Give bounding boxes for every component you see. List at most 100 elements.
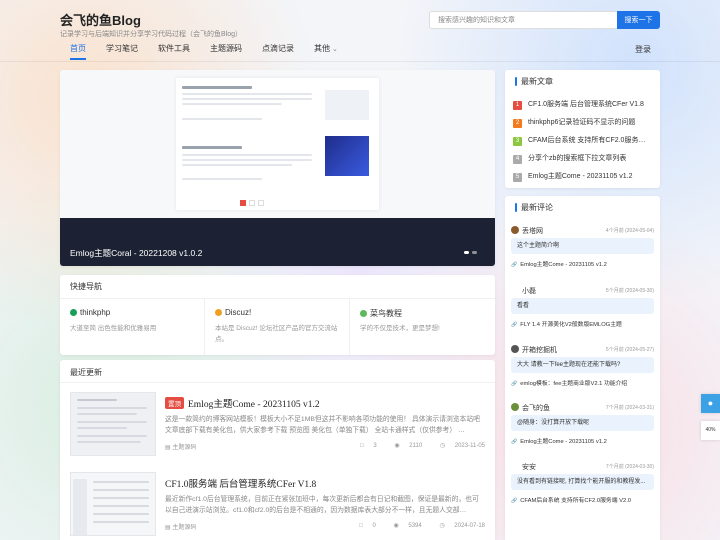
comment-time: 7个月前 (2024-03-31) (605, 405, 654, 411)
search-form: 搜索一下 (429, 11, 660, 29)
newest-article-label: CF1.0服务端 后台管理系统CFer V1.8 (528, 101, 644, 108)
divider (60, 382, 495, 383)
rank-badge: 5 (513, 173, 522, 182)
post-thumbnail[interactable] (70, 472, 156, 536)
comment-count: □ 0 (351, 523, 376, 529)
banner-slider[interactable]: Emlog主题Coral - 20221208 v1.0.2 (60, 70, 495, 266)
avatar (511, 345, 519, 353)
search-input[interactable] (429, 11, 618, 29)
post-item[interactable]: CF1.0服务端 后台管理系统CFer V1.8 最近新作cf1.0后台管理系统… (70, 472, 485, 540)
runoob-icon (360, 310, 367, 317)
comment-content[interactable]: 这个主题简介啊 (511, 238, 654, 254)
comment-user-name: 丢塔网 (522, 228, 543, 235)
comment-user-name: 开箱挖掘机 (522, 347, 557, 354)
comment-user[interactable]: 小磊 (511, 286, 536, 296)
scroll-progress-button[interactable]: 40% (701, 421, 720, 440)
comment-time: 7个月前 (2024-03-30) (605, 464, 654, 470)
newest-articles-card: 最新文章 1 CF1.0服务端 后台管理系统CFer V1.8 2 thinkphp… (505, 70, 660, 188)
site-header: 会飞的鱼Blog 记录学习与后端知识并分享学习代码过程（会飞的鱼Blog） 搜索… (0, 0, 720, 62)
post-date: ◷ 2024-07-18 (431, 523, 485, 529)
newest-article-label: Emlog主题Come - 20231105 v1.2 (528, 173, 633, 180)
quick-nav-item[interactable]: 菜鸟教程 学的不仅是技术，更是梦想! (350, 298, 495, 355)
comment-post-link[interactable]: FLY 1.4 开源美化V2般数版EMLOG主题 (511, 319, 622, 328)
post-item[interactable]: 置顶 Emlog主题Come - 20231105 v1.2 这是一款简约的博客网… (70, 392, 485, 462)
rank-badge: 3 (513, 137, 522, 146)
post-date-value: 2023-11-05 (454, 443, 485, 449)
header-divider (0, 61, 720, 62)
avatar (511, 462, 519, 470)
clock-icon: ◷ (439, 443, 447, 449)
login-link[interactable]: 登录 (635, 44, 651, 55)
banner-caption[interactable]: Emlog主题Coral - 20221208 v1.0.2 (70, 247, 202, 259)
nav-item-themes[interactable]: 主题源码 (200, 42, 252, 60)
slider-dot[interactable] (464, 251, 469, 254)
post-thumbnail[interactable] (70, 392, 156, 456)
post-category-label: 主题源码 (172, 525, 197, 531)
avatar (511, 403, 519, 411)
comment-user-name: 安安 (522, 464, 536, 471)
main-nav: 首页 学习笔记 软件工具 主题源码 点滴记录 其他 ⌄ (60, 42, 348, 60)
latest-updates-card: 最近更新 置顶 Emlog主题Come - 20231105 v1.2 这是一款简… (60, 360, 495, 540)
comment-post-link[interactable]: Emlog主题Come - 20231105 v1.2 (511, 436, 607, 445)
sticky-badge: 置顶 (165, 397, 184, 409)
post-title-text: CF1.0服务端 后台管理系统CFer V1.8 (165, 480, 317, 490)
post-category-label: 主题源码 (172, 445, 197, 451)
comment-content[interactable]: @随身：没打算开放下载呢 (511, 415, 654, 431)
newest-article-item[interactable]: 3 CFAM后台系统 支持所有CF2.0服务… (513, 135, 653, 146)
site-subtitle: 记录学习与后端知识并分享学习代码过程（会飞的鱼Blog） (60, 31, 243, 38)
nav-item-tools[interactable]: 软件工具 (148, 42, 200, 60)
comment-user[interactable]: 安安 (511, 462, 536, 472)
newest-article-item[interactable]: 1 CF1.0服务端 后台管理系统CFer V1.8 (513, 99, 653, 110)
comment-time: 5个月前 (2024-05-27) (605, 347, 654, 353)
comment-content[interactable]: 大大 请教一下fee主题现在还能下载吗? (511, 357, 654, 373)
comment-user-name: 小磊 (522, 288, 536, 295)
newest-article-item[interactable]: 2 thinkphp6记录验证码不显示的问题 (513, 117, 653, 128)
comment-user-name: 会飞的鱼 (522, 405, 550, 412)
quick-nav-item[interactable]: thinkphp 大道至简 出色性能和优雅易用 (60, 298, 205, 355)
comment-content[interactable]: 没有看到有链接呢, 打算找个能开服的和教程发... (511, 474, 654, 490)
comment-user[interactable]: 会飞的鱼 (511, 403, 550, 413)
comment-post-link[interactable]: Emlog主题Come - 20231105 v1.2 (511, 259, 607, 268)
comment-time: 4个月前 (2024-05-04) (605, 228, 654, 234)
nav-item-other-label: 其他 (314, 44, 330, 53)
post-title-text: Emlog主题Come - 20231105 v1.2 (188, 400, 320, 410)
latest-comments-card: 最新评论 丢塔网 4个月前 (2024-05-04) 这个主题简介啊 Emlog… (505, 196, 660, 540)
latest-updates-title: 最近更新 (70, 368, 102, 377)
rank-badge: 4 (513, 155, 522, 164)
comment-post-link[interactable]: emlog模板：fee主题商业版V2.1 功能介绍 (511, 378, 627, 387)
post-category[interactable]: ▤ 主题源码 (165, 442, 196, 451)
eye-icon: ◉ (393, 523, 401, 529)
post-title[interactable]: 置顶 Emlog主题Come - 20231105 v1.2 (165, 396, 320, 410)
comment-post-link[interactable]: CFAM后台系统 支持所有CF2.0服务端 V2.0 (511, 495, 631, 504)
nav-item-home[interactable]: 首页 (60, 42, 96, 60)
nav-item-records[interactable]: 点滴记录 (252, 42, 304, 60)
newest-article-item[interactable]: 4 分享个zb的搜索框下拉文章列表 (513, 153, 653, 164)
comment-count-value: 0 (372, 523, 376, 529)
thinkphp-icon (70, 309, 77, 316)
qq-icon[interactable]: ● (701, 394, 720, 413)
comment-time: 5个月前 (2024-05-30) (605, 288, 654, 294)
comment-user[interactable]: 丢塔网 (511, 226, 543, 236)
nav-item-notes[interactable]: 学习笔记 (96, 42, 148, 60)
avatar (511, 286, 519, 294)
quick-nav-item[interactable]: Discuz! 本站是 Discuz! 论坛社区产品的官方交流站点。 (205, 298, 350, 355)
quick-nav-card: 快捷导航 thinkphp 大道至简 出色性能和优雅易用 Discuz! 本站是… (60, 275, 495, 355)
newest-article-label: thinkphp6记录验证码不显示的问题 (528, 119, 636, 126)
comment-content[interactable]: 看看 (511, 298, 654, 314)
quick-nav-desc: 本站是 Discuz! 论坛社区产品的官方交流站点。 (215, 325, 338, 343)
view-count: ◉ 2110 (386, 443, 422, 449)
newest-articles-title: 最新文章 (515, 76, 553, 87)
search-button[interactable]: 搜索一下 (617, 11, 660, 29)
comment-user[interactable]: 开箱挖掘机 (511, 345, 557, 355)
post-date-value: 2024-07-18 (454, 523, 485, 529)
view-count: ◉ 5394 (385, 523, 421, 529)
site-title[interactable]: 会飞的鱼Blog (60, 10, 141, 29)
chevron-down-icon: ⌄ (332, 46, 338, 53)
eye-icon: ◉ (394, 443, 402, 449)
post-category[interactable]: ▤ 主题源码 (165, 522, 196, 531)
slider-dot[interactable] (472, 251, 477, 254)
post-title[interactable]: CF1.0服务端 后台管理系统CFer V1.8 (165, 476, 316, 490)
newest-article-item[interactable]: 5 Emlog主题Come - 20231105 v1.2 (513, 171, 653, 182)
nav-item-other[interactable]: 其他 ⌄ (304, 42, 348, 60)
quick-nav-desc: 大道至简 出色性能和优雅易用 (70, 325, 157, 332)
